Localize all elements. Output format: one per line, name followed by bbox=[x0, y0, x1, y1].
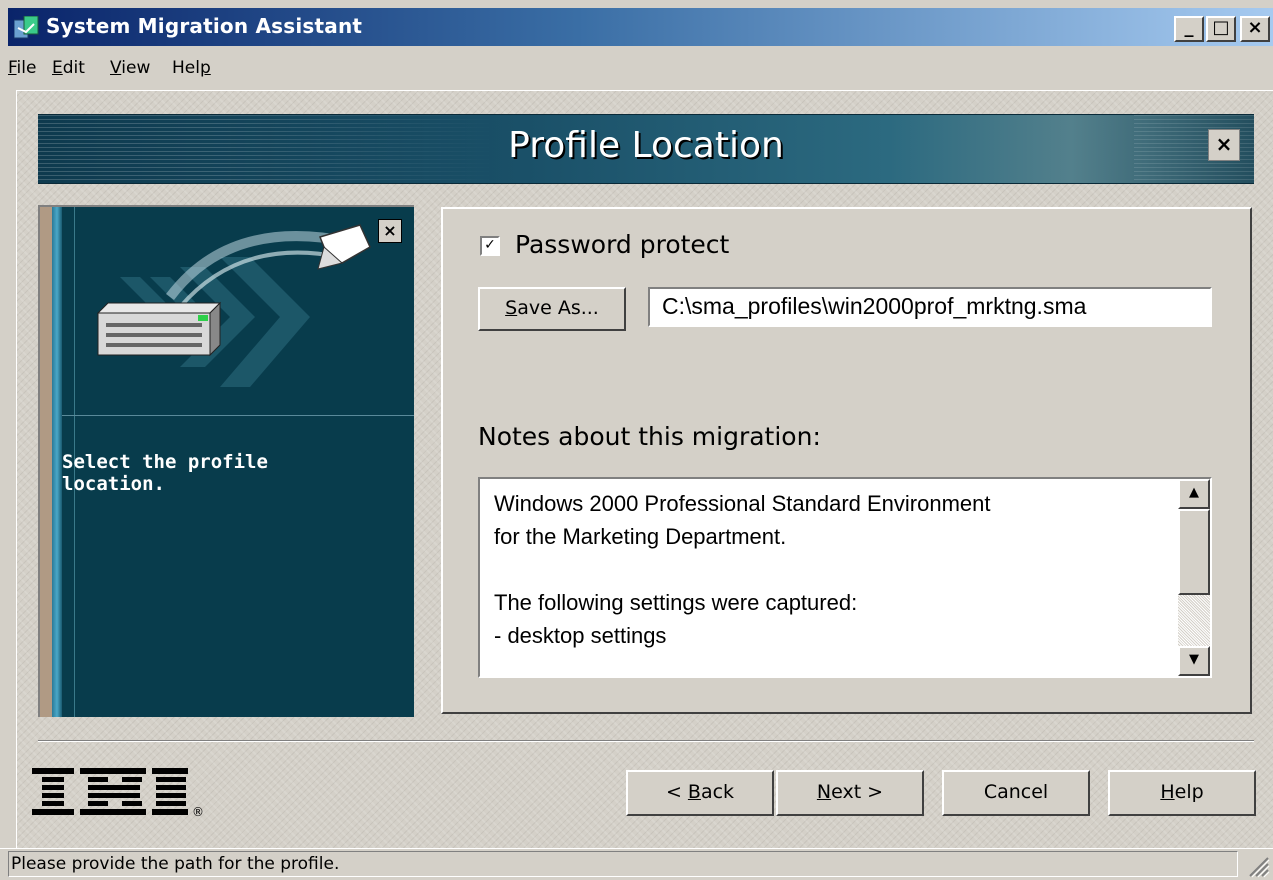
registered-mark: ® bbox=[192, 805, 204, 819]
app-icon bbox=[14, 16, 39, 39]
close-icon: × bbox=[1247, 17, 1263, 38]
left-info-panel: × Select the profile location. bbox=[38, 205, 414, 717]
left-panel-close-button[interactable]: × bbox=[378, 219, 402, 243]
menu-edit[interactable]: Edit bbox=[52, 58, 85, 78]
menu-help[interactable]: Help bbox=[172, 58, 211, 78]
checkbox-icon: ✓ bbox=[484, 237, 496, 253]
panel-instruction-text: Select the profile location. bbox=[62, 451, 268, 495]
scroll-up-icon: ▲ bbox=[1189, 485, 1199, 500]
close-button[interactable]: × bbox=[1240, 16, 1270, 42]
notes-scrollbar[interactable]: ▲ ▼ bbox=[1178, 479, 1210, 676]
minimize-button[interactable]: _ bbox=[1174, 16, 1204, 42]
next-button[interactable]: Next > bbox=[776, 770, 924, 816]
scroll-track[interactable] bbox=[1178, 595, 1210, 646]
window-title: System Migration Assistant bbox=[46, 14, 363, 38]
header-banner: Profile Location × bbox=[38, 114, 1254, 184]
bottom-divider bbox=[38, 740, 1254, 742]
scroll-up-button[interactable]: ▲ bbox=[1178, 479, 1210, 509]
help-button[interactable]: Help bbox=[1108, 770, 1256, 816]
notes-label: Notes about this migration: bbox=[478, 422, 821, 451]
maximize-button[interactable]: □ bbox=[1206, 16, 1236, 42]
size-grip-icon[interactable] bbox=[1244, 852, 1270, 878]
profile-path-field[interactable]: C:\sma_profiles\win2000prof_mrktng.sma bbox=[648, 287, 1212, 327]
close-icon: × bbox=[1215, 132, 1233, 156]
status-text: Please provide the path for the profile. bbox=[8, 851, 1238, 877]
maximize-icon: □ bbox=[1212, 17, 1230, 38]
page-title: Profile Location bbox=[508, 125, 784, 166]
migration-illustration bbox=[96, 224, 371, 387]
document-icon bbox=[317, 224, 371, 270]
menu-file[interactable]: File bbox=[8, 58, 36, 78]
minimize-icon: _ bbox=[1184, 17, 1194, 38]
title-bar[interactable]: System Migration Assistant _ □ × bbox=[8, 8, 1273, 46]
close-icon: × bbox=[383, 221, 397, 240]
app-window: System Migration Assistant _ □ × File Ed… bbox=[0, 0, 1273, 880]
server-icon bbox=[96, 301, 222, 357]
scroll-down-button[interactable]: ▼ bbox=[1178, 646, 1210, 676]
save-as-button[interactable]: Save As... bbox=[478, 287, 626, 331]
password-protect-checkbox[interactable]: ✓ bbox=[480, 236, 500, 256]
notes-text[interactable]: Windows 2000 Professional Standard Envir… bbox=[494, 487, 1174, 652]
banner-close-button[interactable]: × bbox=[1208, 129, 1240, 161]
notes-textarea[interactable]: Windows 2000 Professional Standard Envir… bbox=[478, 477, 1212, 678]
back-button[interactable]: < Back bbox=[626, 770, 774, 816]
scroll-thumb[interactable] bbox=[1178, 509, 1210, 595]
menu-view[interactable]: View bbox=[110, 58, 150, 78]
ibm-logo: ® bbox=[32, 768, 204, 819]
cancel-button[interactable]: Cancel bbox=[942, 770, 1090, 816]
password-protect-label[interactable]: Password protect bbox=[515, 230, 729, 259]
scroll-down-icon: ▼ bbox=[1189, 652, 1199, 667]
